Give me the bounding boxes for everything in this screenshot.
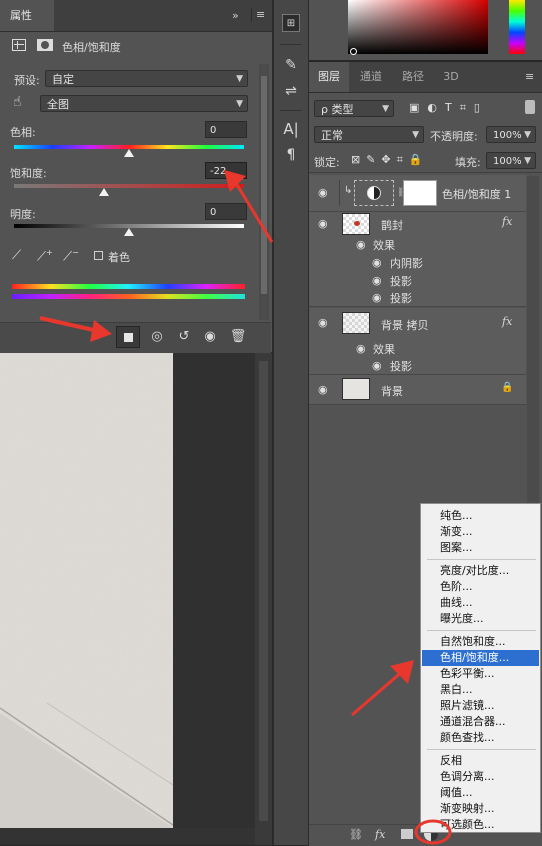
arrow-to-clip-button [40, 318, 112, 342]
highlight-circle [416, 821, 450, 843]
arrow-to-saturation [224, 170, 272, 242]
arrow-to-menu-item [352, 660, 414, 715]
annotation-overlay [0, 0, 542, 845]
